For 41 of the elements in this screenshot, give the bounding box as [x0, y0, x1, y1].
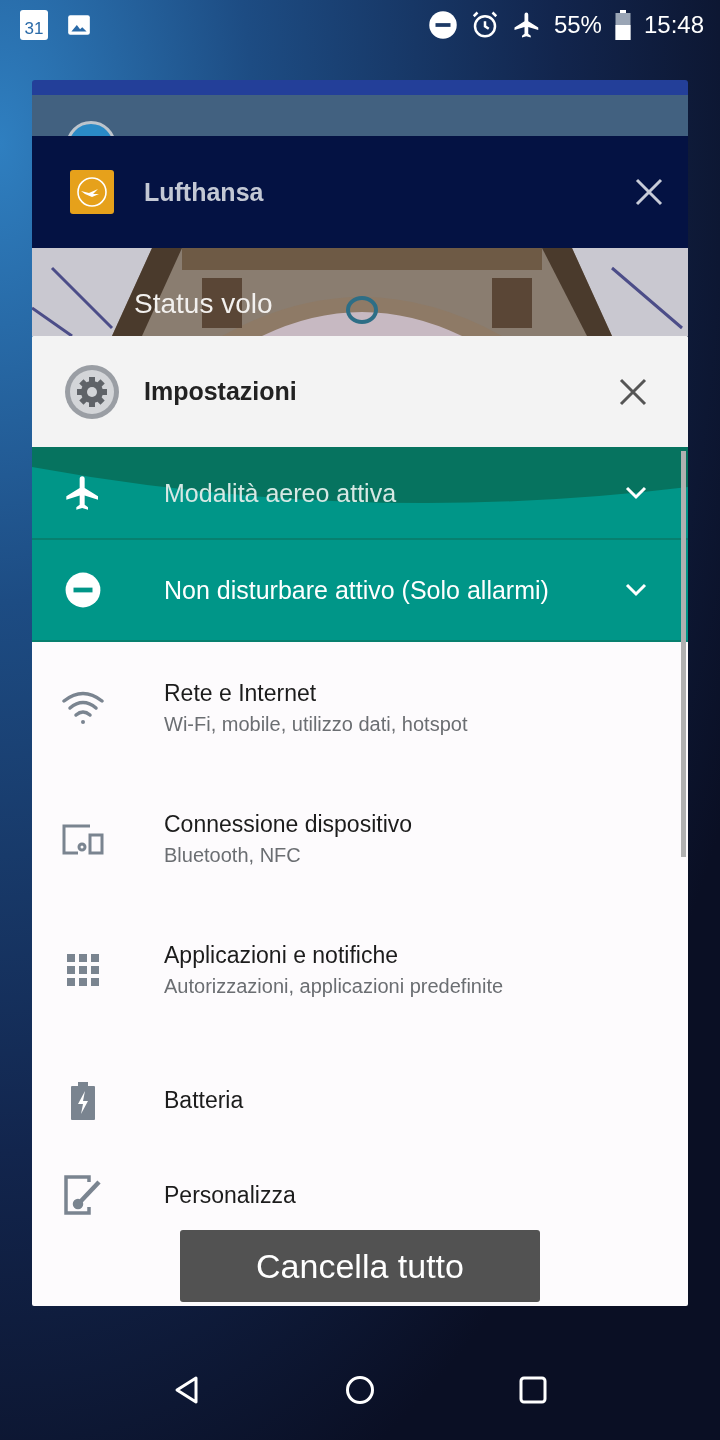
clear-all-button[interactable]: Cancella tutto	[180, 1230, 540, 1302]
condition-title: Modalità aereo attiva	[164, 477, 398, 509]
tablet-brush-icon	[63, 1174, 103, 1216]
flight-status-text: Status volo	[134, 288, 273, 320]
settings-item[interactable]: Applicazioni e notifiche Autorizzazioni, applicazioni predefinite	[32, 904, 688, 1035]
condition-banner[interactable]: Modalità aereo attiva	[32, 447, 688, 540]
image-icon	[66, 12, 92, 38]
settings-item[interactable]: Personalizza	[32, 1166, 688, 1224]
settings-item[interactable]: Connessione dispositivo Bluetooth, NFC	[32, 773, 688, 904]
settings-item-title: Personalizza	[164, 1181, 296, 1209]
settings-item-subtitle: Bluetooth, NFC	[164, 843, 302, 867]
do-not-disturb-icon	[427, 10, 458, 40]
condition-banner[interactable]: Non disturbare attivo (Solo allarmi)	[32, 540, 688, 642]
recent-apps-button[interactable]	[518, 1375, 549, 1405]
settings-item-subtitle: Wi-Fi, mobile, utilizzo dati, hotspot	[164, 712, 468, 736]
wifi-icon	[61, 689, 105, 726]
chevron-down-icon[interactable]	[624, 582, 648, 598]
close-button[interactable]	[618, 376, 648, 407]
crane-logo-icon	[70, 170, 114, 214]
devices-icon	[62, 822, 104, 855]
settings-item-title: Applicazioni e notifiche	[164, 941, 399, 969]
app-card-title: Impostazioni	[144, 377, 298, 406]
settings-item[interactable]: Rete e Internet Wi-Fi, mobile, utilizzo dati, hotspot	[32, 642, 688, 773]
home-button[interactable]	[345, 1375, 375, 1405]
condition-title: Non disturbare attivo (Solo allarmi)	[164, 575, 550, 606]
settings-item-subtitle: Autorizzazioni, applicazioni predefinite	[164, 974, 504, 998]
settings-item-title: Batteria	[164, 1087, 244, 1114]
app-card-title: Lufthansa	[144, 177, 265, 207]
settings-item-title: Connessione dispositivo	[164, 810, 413, 838]
chevron-down-icon[interactable]	[624, 484, 648, 501]
calendar-icon: 31	[20, 10, 48, 40]
gear-icon	[64, 363, 120, 420]
battery-charging-icon	[71, 1081, 95, 1120]
close-button[interactable]	[634, 177, 664, 207]
clock-time: 15:48	[643, 11, 704, 39]
grid-icon	[67, 953, 99, 986]
battery-percentage: 55%	[553, 11, 602, 39]
battery-icon	[613, 10, 632, 40]
settings-item-title: Rete e Internet	[164, 679, 318, 707]
settings-item[interactable]: Batteria	[32, 1035, 688, 1166]
do-not-disturb-icon	[64, 571, 102, 609]
